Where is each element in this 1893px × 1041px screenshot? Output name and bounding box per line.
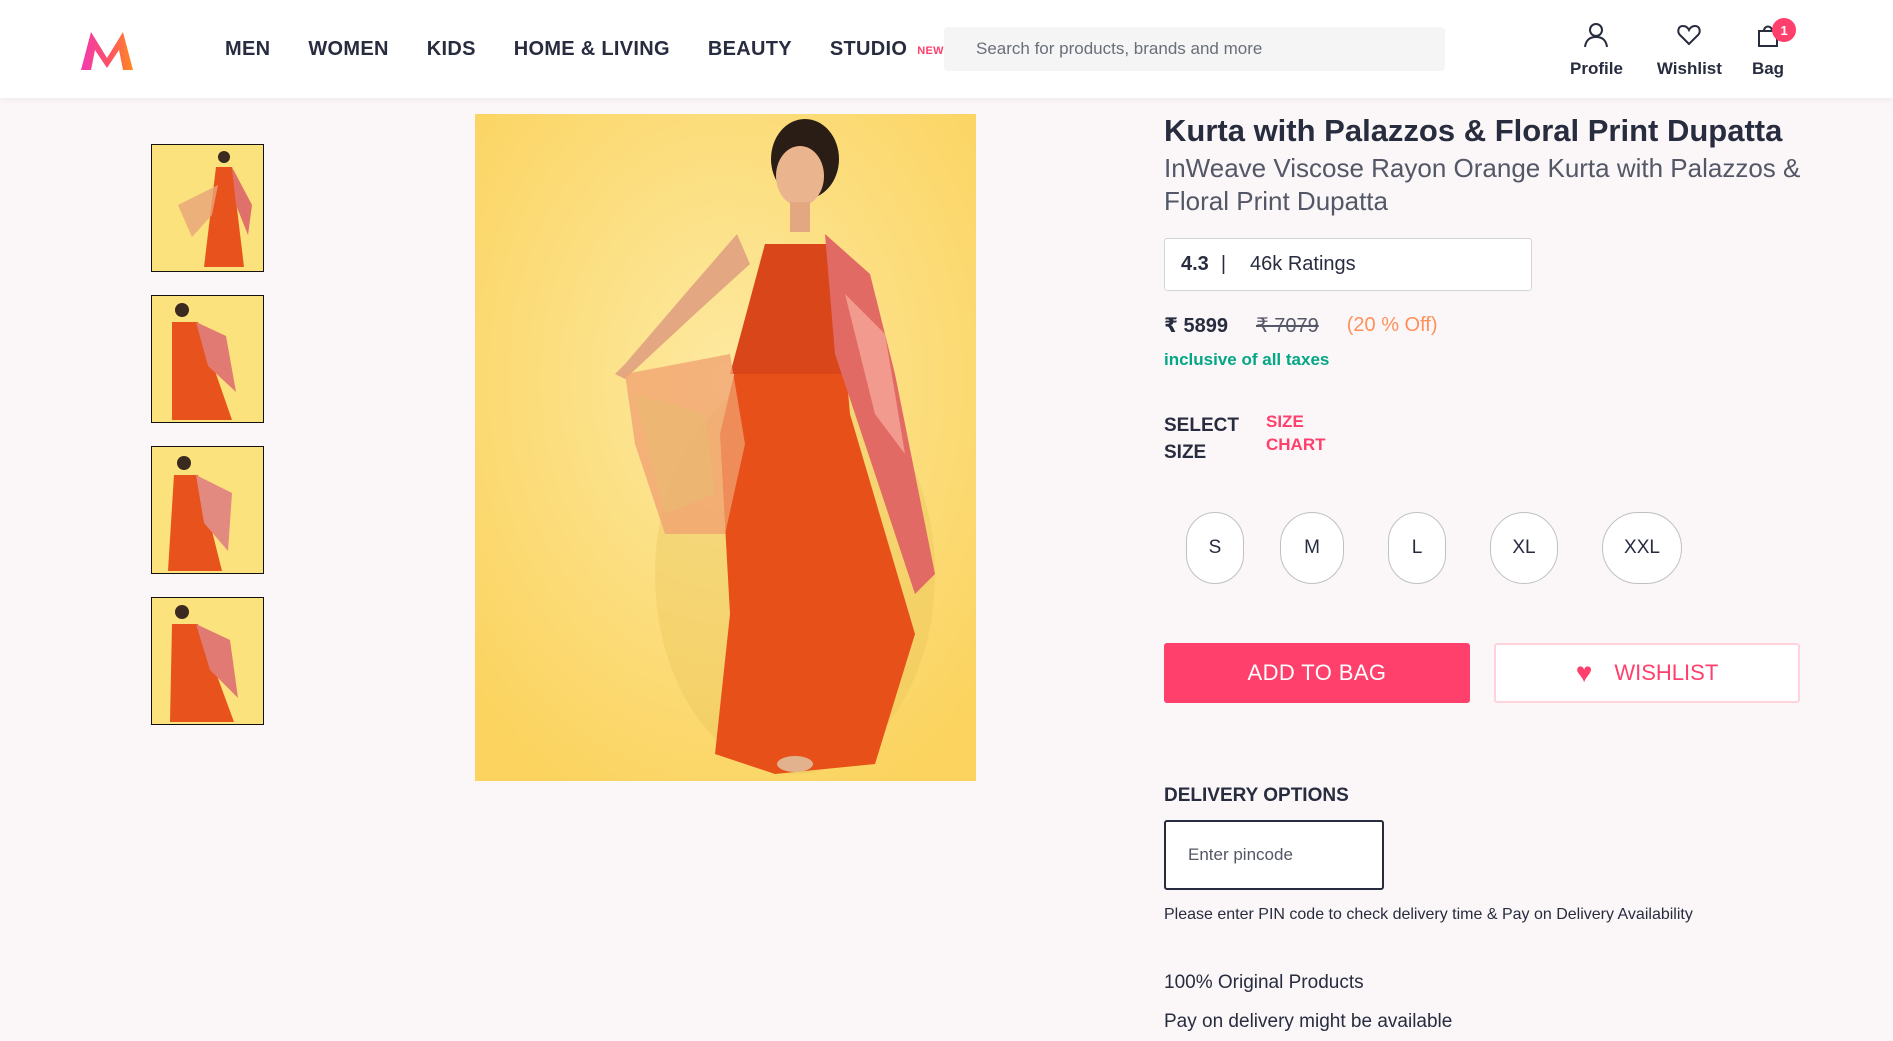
promise-item: 100% Original Products bbox=[1164, 972, 1364, 993]
size-option-l[interactable]: L bbox=[1388, 512, 1446, 584]
wishlist-label: Wishlist bbox=[1656, 59, 1722, 78]
new-tag: NEW bbox=[917, 45, 944, 57]
mrp-price: ₹ 7079 bbox=[1255, 315, 1319, 337]
rating-summary[interactable]: 4.3 | 46k Ratings bbox=[1164, 238, 1532, 291]
promise-item: Pay on delivery might be available bbox=[1164, 1011, 1453, 1032]
product-name: InWeave Viscose Rayon Orange Kurta with … bbox=[1164, 153, 1801, 216]
price-row: ₹ 5899 ₹ 7079 (20 % Off) bbox=[1164, 313, 1864, 338]
rating-separator: | bbox=[1220, 253, 1227, 275]
size-option-s[interactable]: S bbox=[1186, 512, 1244, 584]
heart-icon: ♥ bbox=[1575, 657, 1593, 688]
discount-label: (20 % Off) bbox=[1346, 314, 1438, 336]
top-header: MEN WOMEN KIDS HOME & LIVING BEAUTY STUD… bbox=[0, 0, 1893, 98]
thumbnail-4[interactable] bbox=[151, 597, 264, 725]
nav-women[interactable]: WOMEN bbox=[308, 38, 388, 61]
tax-note: inclusive of all taxes bbox=[1164, 350, 1330, 369]
rating-value: 4.3 bbox=[1181, 253, 1209, 275]
wishlist-button-label: WISHLIST bbox=[1614, 660, 1719, 685]
add-to-bag-button[interactable]: ADD TO BAG bbox=[1164, 643, 1470, 703]
main-nav: MEN WOMEN KIDS HOME & LIVING BEAUTY STUD… bbox=[225, 0, 982, 98]
bag-label: Bag bbox=[1751, 59, 1785, 78]
size-option-xxl[interactable]: XXL bbox=[1602, 512, 1682, 584]
thumbnail-list bbox=[151, 144, 264, 748]
myntra-logo[interactable] bbox=[69, 13, 144, 88]
rating-count: 46k Ratings bbox=[1250, 253, 1356, 275]
cta-row: ADD TO BAG ♥ WISHLIST bbox=[1164, 643, 1864, 703]
nav-kids[interactable]: KIDS bbox=[427, 38, 476, 61]
bag-button[interactable]: 1 Bag bbox=[1751, 18, 1797, 79]
promise-list: 100% Original Products Pay on delivery m… bbox=[1164, 972, 1864, 1033]
size-option-m[interactable]: M bbox=[1280, 512, 1344, 584]
bag-count-badge: 1 bbox=[1772, 18, 1797, 42]
nav-beauty[interactable]: BEAUTY bbox=[708, 38, 792, 61]
profile-button[interactable]: Profile bbox=[1570, 22, 1623, 79]
main-product-image[interactable] bbox=[475, 114, 976, 781]
nav-men[interactable]: MEN bbox=[225, 38, 270, 61]
thumbnail-1[interactable] bbox=[151, 144, 264, 272]
size-option-xl[interactable]: XL bbox=[1490, 512, 1558, 584]
wishlist-button[interactable]: ♥ WISHLIST bbox=[1494, 643, 1800, 703]
size-options: S M L XL XXL bbox=[1186, 512, 1864, 584]
thumbnail-3[interactable] bbox=[151, 446, 264, 574]
size-chart-link[interactable]: SIZE CHART bbox=[1266, 410, 1336, 466]
pincode-input[interactable] bbox=[1164, 820, 1384, 890]
product-title: Kurta with Palazzos & Floral Print Dupat… bbox=[1164, 113, 1783, 148]
thumbnail-2[interactable] bbox=[151, 295, 264, 423]
delivery-options-title: DELIVERY OPTIONS bbox=[1164, 785, 1349, 806]
selling-price: ₹ 5899 bbox=[1164, 315, 1228, 337]
heart-icon bbox=[1676, 22, 1702, 53]
wishlist-nav-button[interactable]: Wishlist bbox=[1657, 22, 1722, 79]
nav-home-living[interactable]: HOME & LIVING bbox=[514, 38, 670, 61]
product-details: Kurta with Palazzos & Floral Print Dupat… bbox=[1164, 112, 1864, 1041]
header-actions: Profile Wishlist 1 Bag bbox=[1570, 18, 1814, 79]
size-header: SELECT SIZE SIZE CHART bbox=[1164, 412, 1864, 466]
nav-studio[interactable]: STUDIO NEW bbox=[830, 38, 944, 61]
profile-icon bbox=[1583, 22, 1609, 53]
select-size-label: SELECT SIZE bbox=[1164, 415, 1239, 463]
pincode-note: Please enter PIN code to check delivery … bbox=[1164, 906, 1693, 923]
search-input[interactable] bbox=[944, 27, 1445, 71]
profile-label: Profile bbox=[1570, 59, 1623, 78]
